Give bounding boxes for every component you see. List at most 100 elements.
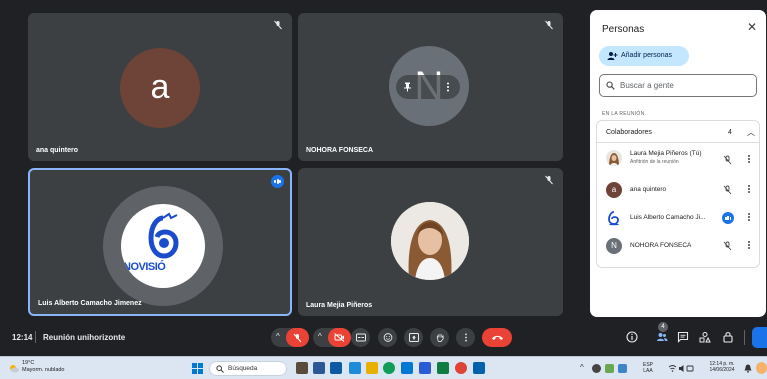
divider — [35, 331, 36, 343]
reactions-button[interactable] — [378, 328, 397, 347]
os-taskbar: 19°C Mayorm. nublado Búsqueda ^ ESP LAA — [0, 356, 767, 379]
people-panel: Personas ✕ Añadir personas Buscar a gent… — [590, 10, 766, 317]
speaking-indicator-icon — [722, 212, 734, 224]
activities-icon[interactable] — [699, 331, 711, 343]
emoji-icon — [383, 333, 392, 342]
search-placeholder: Buscar a gente — [620, 81, 674, 90]
participant-name: NOHORA FONSECA — [630, 242, 692, 249]
camera-off-icon[interactable] — [328, 328, 351, 347]
language-sub: LAA — [643, 368, 653, 374]
mic-toggle-button[interactable]: ^ — [271, 328, 309, 347]
widgets-app-icon[interactable] — [296, 362, 308, 374]
participant-tile-nohora[interactable]: N NOHORA FONSECA — [298, 13, 563, 161]
host-controls-icon[interactable] — [722, 331, 734, 343]
participant-name: Laura Mejia Piñeros (Tú) — [630, 150, 702, 157]
excel-app-icon[interactable] — [437, 362, 449, 374]
panel-title: Personas — [602, 24, 645, 35]
info-icon[interactable] — [626, 331, 638, 343]
mic-off-icon — [545, 20, 553, 30]
more-icon — [464, 333, 467, 342]
tile-name: ana quintero — [36, 147, 79, 154]
taskbar-search[interactable]: Búsqueda — [209, 361, 287, 376]
chevron-up-icon[interactable]: ︿ — [747, 127, 755, 138]
mic-off-icon — [723, 155, 732, 165]
avatar: NOVISIÓ — [121, 204, 205, 288]
weather-widget[interactable]: 19°C Mayorm. nublado — [22, 360, 65, 374]
taskbar-clock[interactable]: 12:14 p. m. 14/06/2024 — [702, 361, 742, 373]
tile-name: Luis Alberto Camacho Jimenez — [38, 300, 142, 307]
wifi-volume-battery-icons[interactable] — [668, 364, 694, 373]
tray-app-icon[interactable] — [605, 364, 614, 373]
raise-hand-button[interactable] — [430, 328, 449, 347]
more-options-icon[interactable] — [747, 212, 751, 224]
language-indicator[interactable]: ESP LAA — [643, 362, 653, 374]
mic-off-icon — [274, 20, 282, 30]
group-count: 4 — [728, 129, 732, 136]
participant-row[interactable]: Luis Alberto Camacho Ji... — [597, 205, 759, 233]
camera-toggle-button[interactable]: ^ — [313, 328, 351, 347]
participant-tile-laura[interactable]: Laura Mejia Piñeros — [298, 168, 563, 316]
present-button[interactable] — [404, 328, 423, 347]
windows-start-icon[interactable] — [192, 363, 203, 374]
chevron-up-icon[interactable]: ^ — [276, 332, 280, 341]
word-app-icon[interactable] — [330, 362, 342, 374]
end-call-button[interactable] — [482, 328, 512, 347]
raise-hand-icon — [436, 333, 444, 342]
edge-app-icon[interactable] — [349, 362, 361, 374]
tray-app-icon[interactable] — [618, 364, 627, 373]
mic-off-icon — [723, 185, 732, 195]
mic-off-icon[interactable] — [286, 328, 309, 347]
more-options-icon[interactable] — [747, 240, 751, 252]
participant-role: Anfitrión de la reunión — [630, 159, 679, 165]
more-options-button[interactable] — [456, 328, 475, 347]
end-call-icon — [492, 335, 503, 340]
store-app-icon[interactable] — [401, 362, 413, 374]
more-options-icon[interactable] — [747, 184, 751, 196]
chrome-app-icon[interactable] — [455, 362, 467, 374]
participant-name: Luis Alberto Camacho Ji... — [630, 214, 706, 221]
add-people-button[interactable]: Añadir personas — [599, 46, 689, 66]
outlook-app-icon[interactable] — [473, 362, 485, 374]
speaking-indicator-icon — [271, 175, 284, 188]
close-icon[interactable]: ✕ — [746, 21, 758, 33]
search-icon — [216, 365, 224, 373]
avatar-logo — [606, 210, 622, 226]
meeting-clock: 12:14 — [12, 333, 33, 342]
tile-hover-controls[interactable] — [396, 75, 460, 99]
tray-app-icon[interactable] — [592, 364, 601, 373]
control-bar: 12:14 Reunión unihorizonte ^ ^ 4 — [0, 320, 767, 356]
participant-tile-luis[interactable]: NOVISIÓ Luis Alberto Camacho Jimenez — [28, 168, 292, 316]
avatar: a — [120, 48, 200, 128]
clock-date: 14/06/2024 — [709, 367, 735, 373]
present-icon — [408, 333, 419, 342]
more-icon[interactable] — [446, 82, 450, 92]
notification-bell-icon[interactable] — [744, 364, 752, 373]
avatar-photo — [391, 202, 469, 280]
browser-app-icon[interactable] — [383, 362, 395, 374]
pin-icon[interactable] — [403, 82, 412, 92]
mic-off-icon — [723, 241, 732, 251]
mail-app-icon[interactable] — [419, 362, 431, 374]
participant-row[interactable]: Laura Mejia Piñeros (Tú) Anfitrión de la… — [597, 145, 759, 177]
weather-temp: 19°C — [22, 360, 35, 366]
file-explorer-icon[interactable] — [366, 362, 378, 374]
people-icon[interactable] — [656, 331, 668, 343]
captions-button[interactable] — [351, 328, 370, 347]
more-options-icon[interactable] — [747, 154, 751, 166]
chevron-up-icon[interactable]: ^ — [580, 363, 584, 372]
chat-icon[interactable] — [677, 331, 689, 343]
task-view-icon[interactable] — [313, 362, 325, 374]
participant-row[interactable]: N NOHORA FONSECA — [597, 233, 759, 261]
logo-icon — [148, 212, 179, 259]
participant-row[interactable]: a ana quintero — [597, 177, 759, 205]
section-label: EN LA REUNIÓN — [602, 111, 645, 117]
people-search-input[interactable]: Buscar a gente — [599, 74, 757, 97]
add-person-icon — [607, 52, 618, 60]
avatar-photo — [606, 150, 622, 166]
companion-button[interactable] — [752, 327, 767, 348]
participant-tile-ana[interactable]: a ana quintero — [28, 13, 292, 161]
chevron-up-icon[interactable]: ^ — [318, 332, 322, 341]
copilot-icon[interactable] — [756, 362, 767, 374]
mic-off-icon — [545, 175, 553, 185]
group-header[interactable]: Colaboradores 4 ︿ — [597, 121, 759, 143]
